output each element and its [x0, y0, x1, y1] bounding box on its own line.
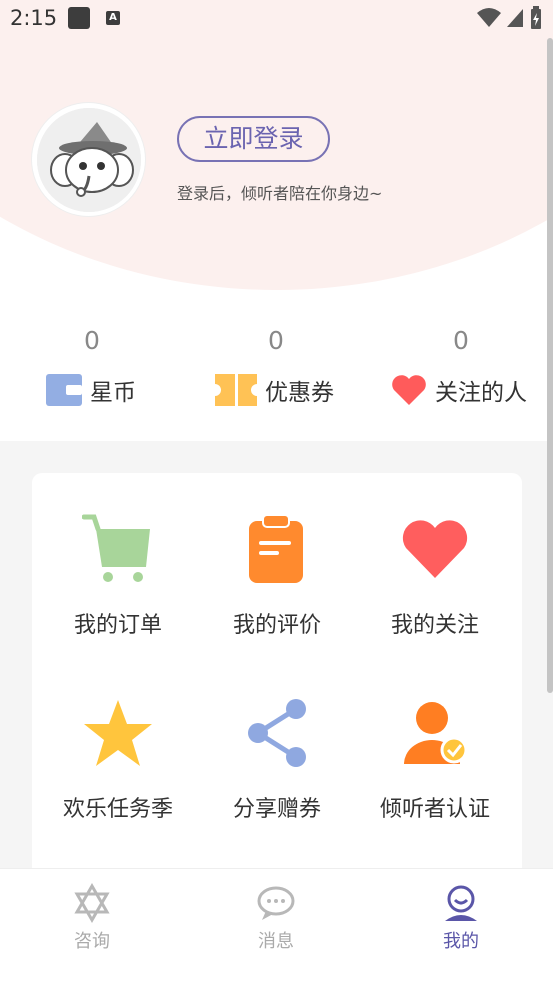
tab-label: 咨询: [74, 931, 110, 952]
stat-coupons[interactable]: 0 优惠券: [215, 318, 365, 428]
user-icon: [445, 885, 477, 921]
stat-value: 0: [268, 326, 284, 355]
stat-label: 星币: [90, 380, 136, 406]
bottom-tab-bar: 咨询 消息 我的: [0, 868, 553, 984]
chat-bubble-icon: [257, 886, 295, 920]
status-bar: 2:15 A: [0, 0, 553, 38]
tab-consult[interactable]: 咨询: [32, 877, 152, 952]
menu-item-certification[interactable]: 倾听者认证: [355, 693, 515, 843]
clipboard-icon: [237, 509, 317, 589]
menu-item-label: 我的评价: [232, 613, 321, 638]
verified-user-icon: [395, 693, 475, 773]
stat-label: 优惠券: [265, 380, 334, 406]
stat-followed[interactable]: 0 关注的人: [391, 318, 551, 428]
stats-row: 0 星币 0 优惠券 0 关注的人: [0, 318, 553, 428]
tab-mine[interactable]: 我的: [401, 877, 521, 952]
avatar[interactable]: [32, 103, 145, 216]
menu-item-share[interactable]: 分享赠券: [197, 693, 357, 843]
tab-messages[interactable]: 消息: [216, 877, 336, 952]
stat-label: 关注的人: [435, 380, 527, 406]
menu-item-label: 我的关注: [390, 613, 479, 638]
stat-value: 0: [84, 326, 100, 355]
heart-icon: [392, 375, 426, 405]
notification-app-icon: [68, 7, 90, 29]
menu-item-label: 欢乐任务季: [62, 797, 173, 822]
menu-item-orders[interactable]: 我的订单: [38, 509, 198, 659]
cart-icon: [78, 509, 158, 589]
ticket-icon: [215, 374, 257, 406]
share-icon: [237, 693, 317, 773]
menu-item-following[interactable]: 我的关注: [355, 509, 515, 659]
tab-label: 我的: [443, 931, 479, 952]
menu-item-label: 倾听者认证: [379, 797, 490, 822]
menu-item-label: 我的订单: [73, 613, 162, 638]
hexagram-icon: [74, 883, 110, 923]
star-icon: [78, 693, 158, 773]
status-indicators: [477, 6, 543, 30]
elephant-wizard-avatar-image: [36, 107, 141, 212]
scrollbar[interactable]: [547, 38, 553, 693]
menu-item-reviews[interactable]: 我的评价: [197, 509, 357, 659]
signal-icon: [507, 9, 523, 27]
keyboard-a-icon: A: [106, 11, 120, 25]
wallet-icon: [46, 374, 82, 406]
menu-item-tasks[interactable]: 欢乐任务季: [38, 693, 198, 843]
tab-label: 消息: [258, 931, 294, 952]
stat-value: 0: [453, 326, 469, 355]
menu-item-label: 分享赠券: [232, 797, 321, 822]
stat-stars[interactable]: 0 星币: [46, 318, 186, 428]
login-button[interactable]: 立即登录: [177, 116, 330, 162]
menu-card: 我的订单 我的评价 我的关注 欢乐任务季 分享赠券 倾听者认证: [32, 473, 522, 893]
login-hint: 登录后，倾听者陪在你身边~: [177, 184, 383, 203]
battery-icon: [531, 6, 541, 29]
status-time: 2:15: [10, 6, 58, 30]
wifi-icon: [477, 8, 501, 27]
heart-icon: [395, 509, 475, 589]
